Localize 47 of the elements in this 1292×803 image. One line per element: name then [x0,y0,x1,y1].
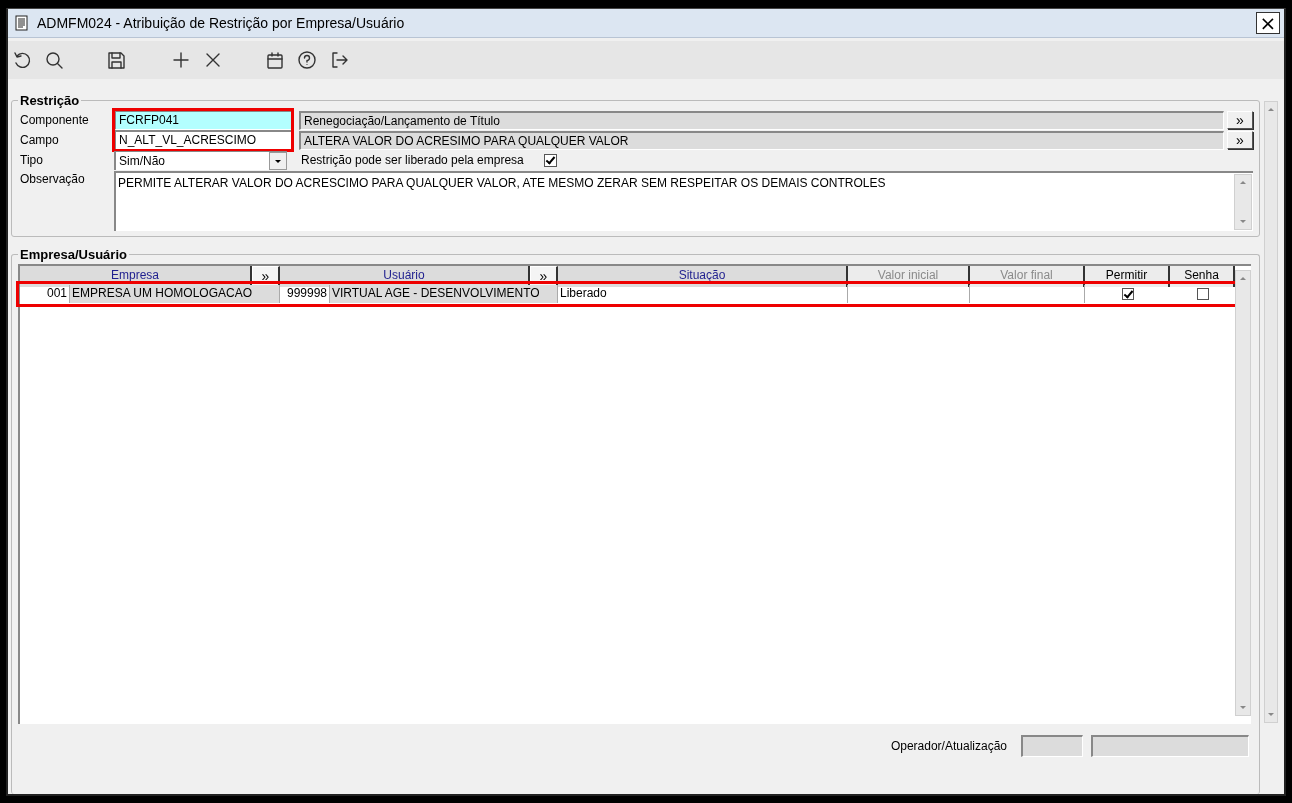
code-field[interactable]: N_ALT_VL_ACRESCIMO [114,130,292,150]
column-header: Senha [1170,266,1235,287]
search-icon [44,50,64,70]
column-header: Situação [558,266,848,287]
table-cell: VIRTUAL AGE - DESENVOLVIMENTO [330,285,558,303]
document-icon [14,15,29,31]
field-label: Campo [19,133,60,147]
scroll-down-icon [1238,704,1248,712]
field-label: Operador/Atualização [890,739,1007,753]
scroll-down-icon [1266,711,1276,719]
field-label: Tipo [19,153,44,167]
scroll-up-icon [1238,274,1248,282]
close-button[interactable]: × [1256,12,1280,34]
field-label: Observação [19,171,86,186]
scroll-down-icon [1238,218,1248,226]
lookup-button[interactable]: » [1227,111,1253,129]
help-icon [297,50,317,70]
table-cell: Liberado [558,285,848,303]
group-title: Empresa/Usuário [19,247,128,262]
column-header: Valor inicial [848,266,970,287]
column-header: Permitir [1085,266,1170,287]
description-field: ALTERA VALOR DO ACRESIMO PARA QUALQUER VALOR [299,130,1224,150]
code-field[interactable]: FCRFP041 [114,110,292,130]
scrollbar[interactable] [1235,270,1251,716]
observacao-field[interactable]: PERMITE ALTERAR VALOR DO ACRESCIMO PARA QUALQUER VALOR, ATE MESMO ZERAR SEM RESPEITAR OS DEMAIS CONTROLES [114,171,1253,231]
checkbox[interactable] [543,153,557,167]
help-button[interactable] [295,48,319,72]
undo-icon [12,50,32,70]
window-title: ADMFM024 - Atribuição de Restrição por Empresa/Usuário [37,15,406,31]
field-label: Componente [19,113,90,127]
calendar-icon [265,50,285,70]
group-title: Restrição [19,93,81,108]
save-icon [106,50,126,70]
description-field: Renegociação/Lançamento de Título [299,110,1224,130]
scrollbar[interactable] [1234,174,1252,230]
checkbox[interactable] [1121,288,1134,300]
operator-field [1021,735,1083,757]
scroll-up-icon [1266,105,1276,113]
checkbox[interactable] [1196,288,1209,300]
checkbox-label: Restrição pode ser liberado pela empresa [301,153,524,167]
lookup-button[interactable]: » [1227,131,1253,149]
column-header: Valor final [970,266,1085,287]
exit-icon [329,50,349,70]
table-cell: EMPRESA UM HOMOLOGACAO [70,285,280,303]
add-icon [171,50,191,70]
scroll-up-icon [1238,178,1248,186]
scrollbar[interactable] [1264,101,1278,723]
